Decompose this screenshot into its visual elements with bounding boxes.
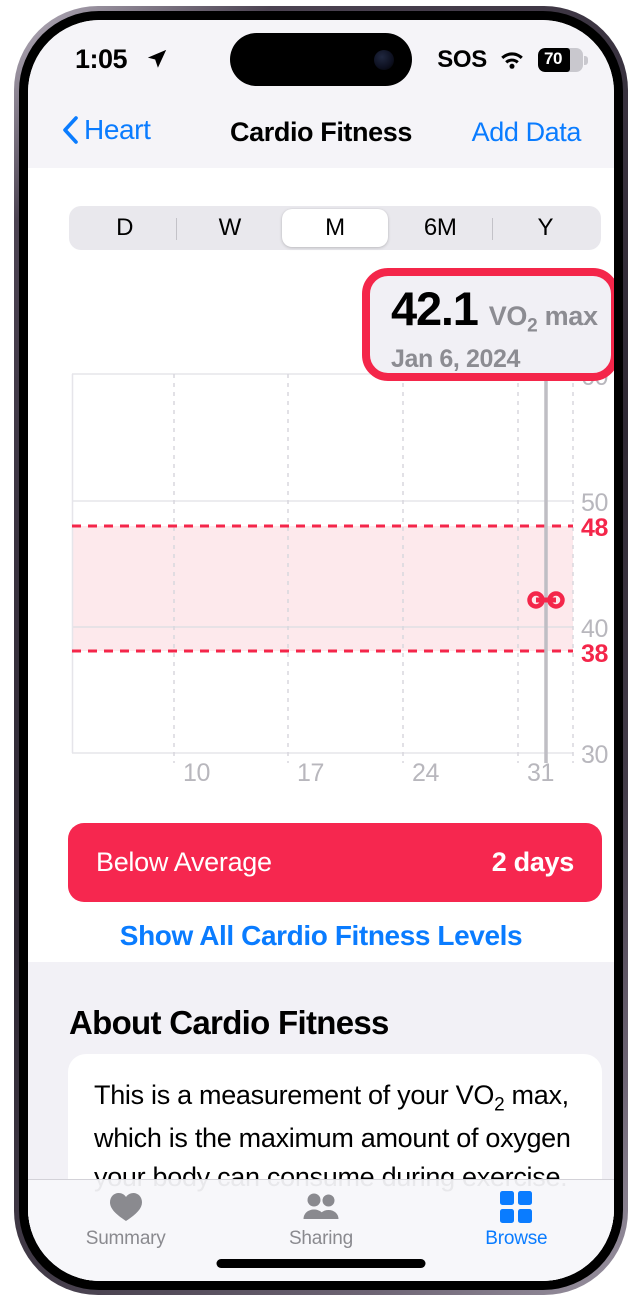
tab-summary-label: Summary xyxy=(85,1228,166,1249)
front-camera-icon xyxy=(374,49,394,70)
phone-frame: 1:05 SOS 70 Heart Cardio Fitness Add Dat… xyxy=(14,6,628,1295)
y-axis-threshold-38: 38 xyxy=(581,640,609,668)
main-content: D W M 6M Y 50 48 40 38 30 10 17 24 31 42… xyxy=(28,168,614,1281)
heart-icon xyxy=(109,1191,143,1223)
about-body-prefix: This is a measurement of your VO xyxy=(94,1080,495,1110)
battery-percent-label: 70 xyxy=(544,49,562,68)
segment-6m-label: 6M xyxy=(423,214,457,241)
home-indicator[interactable] xyxy=(216,1259,426,1268)
location-arrow-icon xyxy=(147,49,167,68)
segment-y-label: Y xyxy=(537,214,554,241)
chart-shaded-band xyxy=(72,526,573,651)
x-axis-label-17: 17 xyxy=(297,759,325,787)
show-all-levels-link[interactable]: Show All Cardio Fitness Levels xyxy=(28,920,614,952)
x-axis-label-24: 24 xyxy=(412,759,440,787)
time-range-segmented-control[interactable]: D W M 6M Y xyxy=(69,206,601,250)
back-button[interactable]: Heart xyxy=(62,114,151,146)
value-unit-prefix: VO xyxy=(488,301,528,331)
value-date: Jan 6, 2024 xyxy=(391,345,521,374)
navigation-bar: Heart Cardio Fitness Add Data xyxy=(28,100,614,168)
value-row: 42.1 VO2 max xyxy=(391,285,611,337)
phone-bezel: 1:05 SOS 70 Heart Cardio Fitness Add Dat… xyxy=(19,11,623,1290)
y-axis-threshold-48: 48 xyxy=(581,514,609,542)
people-icon xyxy=(301,1191,341,1223)
about-body-subscript: 2 xyxy=(494,1094,505,1116)
page-title: Cardio Fitness xyxy=(230,117,412,147)
status-badge-value: 2 days xyxy=(491,847,575,877)
value-unit-subscript: 2 xyxy=(527,315,538,337)
tab-browse[interactable]: Browse xyxy=(419,1180,614,1281)
about-heading: About Cardio Fitness xyxy=(69,1004,389,1041)
battery-indicator: 70 xyxy=(538,48,588,72)
value-unit-suffix: max xyxy=(537,301,598,331)
segment-w-label: W xyxy=(218,214,242,241)
status-time: 1:05 xyxy=(75,44,128,74)
segment-d[interactable]: D xyxy=(72,209,178,247)
status-badge[interactable]: Below Average 2 days xyxy=(68,823,602,902)
status-bar: 1:05 SOS 70 xyxy=(28,20,614,100)
x-axis-label-31: 31 xyxy=(527,759,555,787)
battery-shell: 70 xyxy=(538,48,583,72)
segment-w[interactable]: W xyxy=(177,209,282,247)
add-data-button[interactable]: Add Data xyxy=(472,117,582,148)
segment-m[interactable]: M xyxy=(282,209,388,247)
wifi-icon xyxy=(501,52,523,69)
value-number: 42.1 xyxy=(391,282,479,335)
value-unit: VO2 max xyxy=(489,301,598,337)
back-button-label: Heart xyxy=(84,114,151,145)
y-axis-label-30: 30 xyxy=(581,741,609,769)
segment-d-label: D xyxy=(116,214,134,241)
segment-m-label: M xyxy=(325,214,345,241)
tab-browse-label: Browse xyxy=(485,1228,548,1249)
phone-screen: 1:05 SOS 70 Heart Cardio Fitness Add Dat… xyxy=(28,20,614,1281)
x-axis-label-10: 10 xyxy=(183,759,211,787)
about-body-text: This is a measurement of your VO2 max, w… xyxy=(94,1076,576,1196)
tab-summary[interactable]: Summary xyxy=(28,1180,223,1281)
segment-y[interactable]: Y xyxy=(493,209,598,247)
tab-sharing-label: Sharing xyxy=(288,1228,354,1249)
status-badge-label: Below Average xyxy=(96,847,272,877)
chart-canvas xyxy=(71,363,574,763)
battery-nub xyxy=(584,56,588,65)
cardio-fitness-chart[interactable]: 60 50 48 40 38 30 10 17 24 31 xyxy=(28,363,614,787)
sos-indicator: SOS xyxy=(437,46,487,73)
segment-6m[interactable]: 6M xyxy=(388,209,493,247)
selected-value-badge: 42.1 VO2 max Jan 6, 2024 xyxy=(362,268,614,381)
dynamic-island xyxy=(230,33,412,86)
chevron-left-icon xyxy=(63,116,78,144)
grid-icon xyxy=(500,1191,533,1223)
